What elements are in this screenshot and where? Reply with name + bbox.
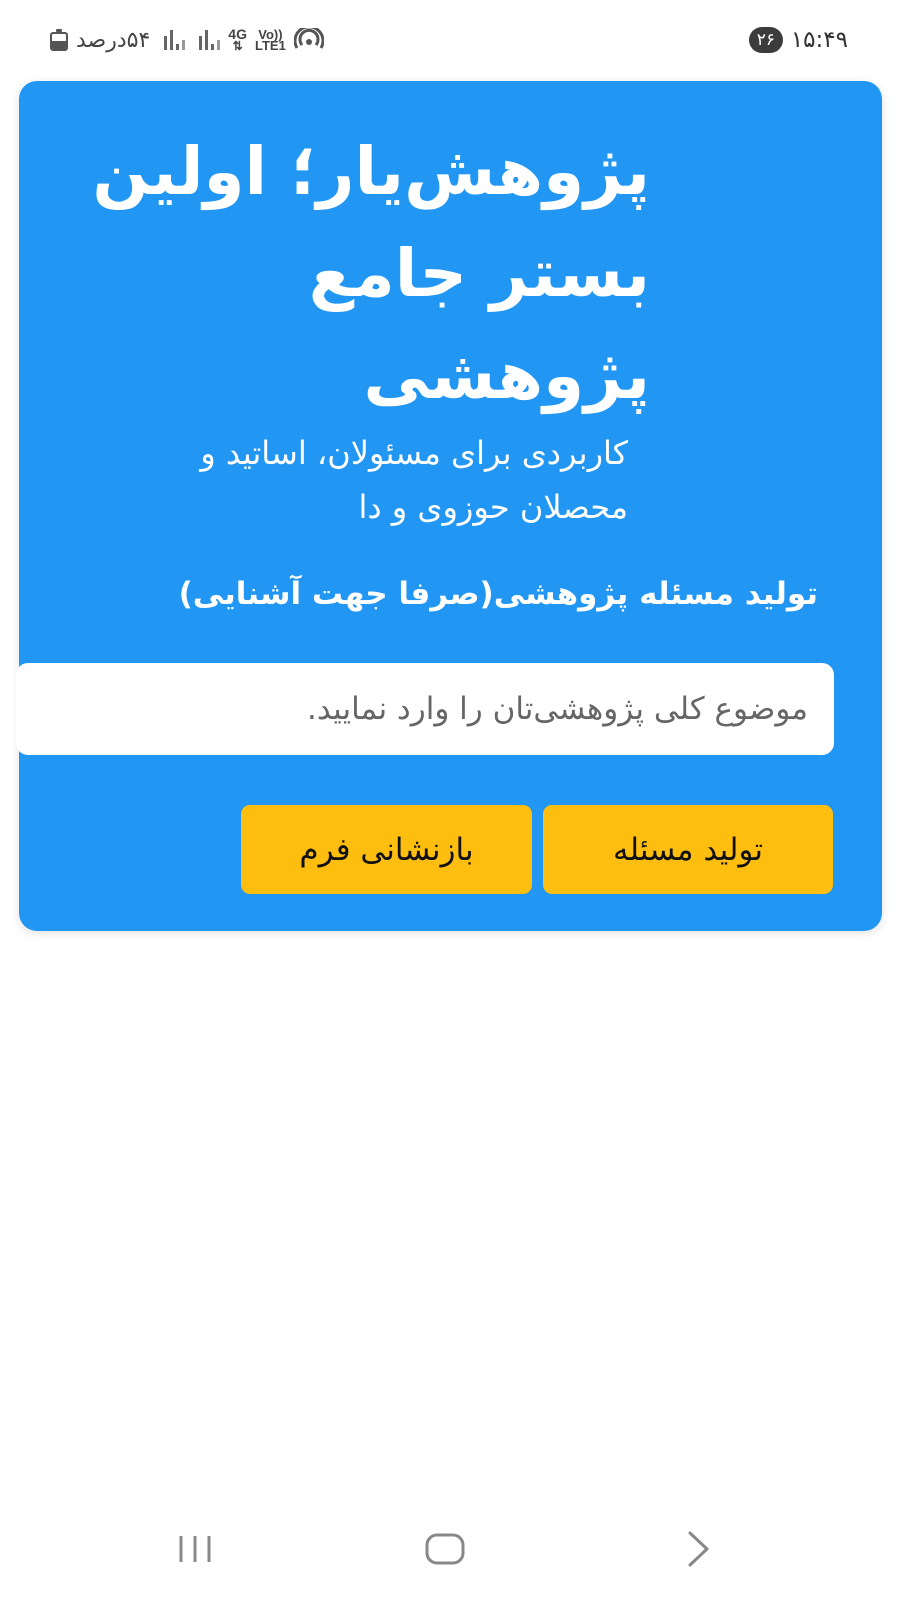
network-4g-icon: 4G ⇅ <box>228 26 247 53</box>
battery-icon <box>50 29 68 51</box>
home-icon <box>425 1533 465 1565</box>
hero-subtitle: کاربردی برای مسئولان، اساتید و محصلان حو… <box>200 434 628 526</box>
home-button[interactable] <box>415 1524 475 1574</box>
topic-input[interactable] <box>16 663 834 755</box>
signal-icon-sim2 <box>199 30 221 50</box>
back-icon <box>688 1531 709 1567</box>
recent-apps-icon <box>179 1536 211 1562</box>
recent-apps-button[interactable] <box>165 1524 225 1574</box>
navigation-bar <box>0 1510 900 1600</box>
section-label: تولید مسئله پژوهشی(صرفا جهت آشنایی) <box>178 576 818 612</box>
status-right-group: ۲۶ ۱۵:۴۹ <box>748 26 848 54</box>
signal-icon <box>164 30 186 50</box>
battery-percentage: ۵۴درصد <box>76 27 151 53</box>
hotspot-icon <box>293 28 324 49</box>
generate-problem-button[interactable]: تولید مسئله <box>543 805 833 894</box>
back-button[interactable] <box>668 1524 728 1574</box>
hero-card: پژوهش‌یار؛ اولین بستر جامع پژوهشی کاربرد… <box>16 81 882 931</box>
volte-icon: Vo)) LTE1 <box>254 27 286 53</box>
hero-title: پژوهش‌یار؛ اولین بستر جامع پژوهشی <box>92 133 650 414</box>
status-bar: ۵۴درصد 4G ⇅ Vo)) LTE1 ۲۶ ۱۵:۴۹ <box>0 0 900 66</box>
status-left-group: ۵۴درصد 4G ⇅ Vo)) LTE1 <box>50 26 324 54</box>
reset-form-button[interactable]: بازنشانی فرم <box>241 805 532 894</box>
notification-count-badge[interactable]: ۲۶ <box>748 27 783 53</box>
clock: ۱۵:۴۹ <box>790 27 848 53</box>
